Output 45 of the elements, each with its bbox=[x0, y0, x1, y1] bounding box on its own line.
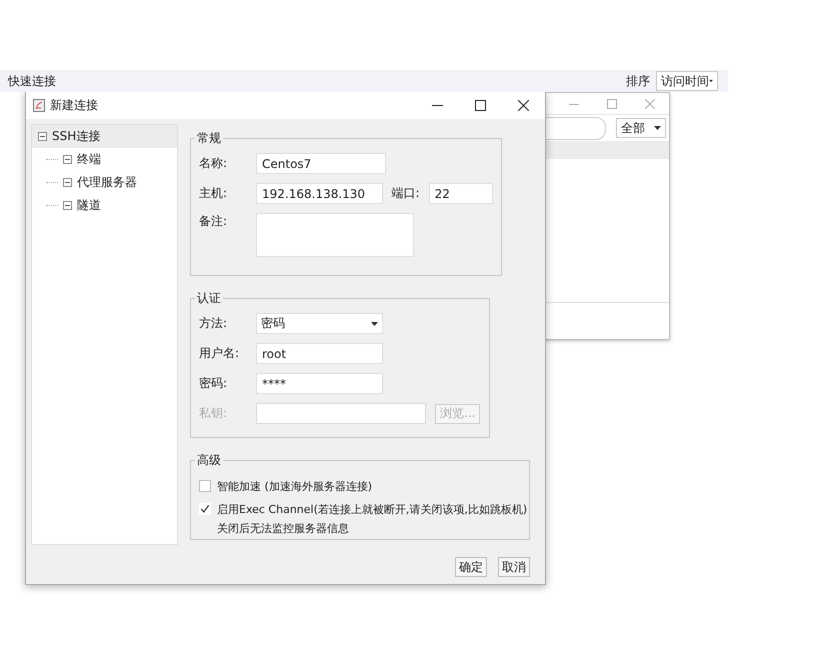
port-field[interactable]: 22 bbox=[428, 183, 493, 204]
collapse-icon[interactable] bbox=[38, 132, 47, 141]
filter-dropdown[interactable]: 全部 bbox=[616, 118, 666, 138]
maximize-icon[interactable] bbox=[475, 100, 486, 111]
page-title: 快速连接 bbox=[8, 72, 56, 90]
key-field[interactable] bbox=[256, 403, 426, 424]
host-field[interactable]: 192.168.138.130 bbox=[256, 183, 383, 204]
field-label: 方法: bbox=[199, 315, 228, 332]
field-label: 端口: bbox=[392, 185, 420, 202]
field-label: 名称: bbox=[199, 155, 228, 172]
sort-dropdown[interactable]: 访问时间 bbox=[656, 71, 718, 91]
password-field[interactable]: **** bbox=[256, 373, 383, 394]
field-label: 备注: bbox=[199, 213, 228, 230]
close-icon[interactable] bbox=[518, 100, 529, 111]
field-label: 密码: bbox=[199, 375, 228, 392]
note-field[interactable] bbox=[256, 213, 414, 257]
method-dropdown[interactable]: 密码 bbox=[256, 313, 383, 334]
name-field[interactable]: Centos7 bbox=[256, 153, 386, 174]
collapse-icon[interactable] bbox=[63, 201, 72, 210]
group-title: 常规 bbox=[196, 130, 222, 147]
tree-item[interactable]: 代理服务器 bbox=[32, 171, 177, 194]
app-icon bbox=[33, 99, 45, 112]
tree-item[interactable]: 隧道 bbox=[32, 194, 177, 217]
username-field[interactable]: root bbox=[256, 343, 383, 364]
checkbox-label: 智能加速 (加速海外服务器连接) bbox=[217, 478, 372, 494]
tree-item[interactable]: SSH连接 bbox=[32, 125, 177, 148]
note-text: 关闭后无法监控服务器信息 bbox=[216, 521, 350, 536]
collapse-icon[interactable] bbox=[63, 178, 72, 187]
group-title: 高级 bbox=[196, 452, 222, 469]
dropdown-caret-icon bbox=[654, 126, 661, 130]
field-label: 主机: bbox=[199, 185, 228, 202]
dialog-button[interactable]: 取消 bbox=[498, 557, 530, 577]
collapse-icon[interactable] bbox=[63, 155, 72, 164]
group-title: 认证 bbox=[196, 290, 222, 307]
checkbox[interactable] bbox=[199, 480, 211, 492]
dialog-button[interactable]: 确定 bbox=[455, 557, 487, 577]
checkbox[interactable] bbox=[199, 503, 211, 515]
tree-item[interactable]: 终端 bbox=[32, 148, 177, 171]
checkbox-label: 启用Exec Channel(若连接上就被断开,请关闭该项,比如跳板机) bbox=[217, 502, 528, 516]
sort-label: 排序 bbox=[626, 72, 650, 90]
field-label: 私钥: bbox=[199, 405, 228, 422]
field-label: 用户名: bbox=[199, 345, 240, 362]
dropdown-caret-icon bbox=[709, 79, 713, 83]
dropdown-caret-icon bbox=[371, 322, 378, 326]
window-title: 新建连接 bbox=[50, 97, 98, 114]
